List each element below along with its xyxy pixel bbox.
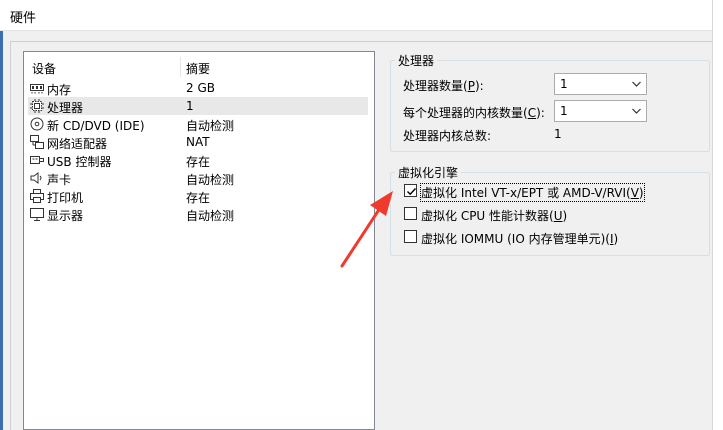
checkmark-icon — [407, 188, 417, 196]
memory-icon — [30, 84, 44, 94]
network-adapter-icon — [30, 135, 44, 149]
cores-per-processor-select[interactable]: 1 — [554, 100, 647, 122]
sound-card-icon — [30, 172, 42, 184]
column-header-summary[interactable]: 摘要 — [186, 60, 210, 77]
virtualize-iommu-checkbox-row[interactable]: 虚拟化 IOMMU (IO 内存管理单元)(I) — [404, 228, 619, 246]
device-summary: 2 GB — [186, 81, 215, 95]
virtualize-iommu-checkbox[interactable] — [404, 230, 417, 243]
device-name: 处理器 — [47, 101, 84, 115]
device-name: 打印机 — [47, 191, 84, 205]
device-row-memory[interactable]: 内存 2 GB — [28, 79, 368, 97]
cores-per-processor-label: 每个处理器的内核数量(C): — [403, 106, 545, 120]
device-summary: 存在 — [186, 155, 211, 169]
device-row-printer[interactable]: 打印机 存在 — [28, 187, 368, 205]
processor-count-select[interactable]: 1 — [554, 73, 647, 95]
virtualize-cpu-counters-label: 虚拟化 CPU 性能计数器(U) — [421, 209, 568, 223]
device-row-processor[interactable]: 处理器 1 — [28, 97, 368, 115]
total-cores-label: 处理器内核总数: — [403, 129, 492, 143]
device-row-usb-controller[interactable]: USB 控制器 存在 — [28, 151, 368, 169]
virtualize-intel-vtx-checkbox-row[interactable]: 虚拟化 Intel VT-x/EPT 或 AMD-V/RVI(V) — [404, 182, 645, 202]
processors-group-title: 处理器 — [395, 52, 438, 69]
device-list-header: 设备 摘要 — [24, 57, 374, 77]
virtualize-intel-vtx-label: 虚拟化 Intel VT-x/EPT 或 AMD-V/RVI(V) — [420, 183, 645, 202]
window-right-edge — [712, 0, 723, 430]
device-list[interactable]: 设备 摘要 内存 2 GB 处理器 1 新 CD/DVD (IDE) 自动检测 — [23, 51, 375, 430]
virtualize-iommu-label: 虚拟化 IOMMU (IO 内存管理单元)(I) — [421, 232, 619, 246]
virtualize-cpu-counters-checkbox-row[interactable]: 虚拟化 CPU 性能计数器(U) — [404, 205, 569, 223]
virtualization-engine-group-title: 虚拟化引擎 — [395, 164, 462, 181]
printer-icon — [30, 189, 44, 203]
chevron-down-icon — [632, 81, 641, 87]
device-summary: 自动检测 — [186, 119, 235, 133]
window-left-edge — [0, 31, 3, 430]
display-icon — [30, 208, 44, 221]
processor-count-value: 1 — [560, 77, 568, 91]
device-row-sound-card[interactable]: 声卡 自动检测 — [28, 169, 368, 187]
device-summary: 自动检测 — [186, 173, 235, 187]
usb-icon — [30, 156, 44, 164]
device-name: 显示器 — [47, 209, 84, 223]
device-name: 网络适配器 — [47, 137, 108, 151]
virtualize-intel-vtx-checkbox[interactable] — [404, 184, 417, 197]
cores-per-processor-value: 1 — [560, 104, 568, 118]
processor-count-label: 处理器数量(P): — [403, 79, 484, 93]
chevron-down-icon — [632, 108, 641, 114]
title-bar: 硬件 — [0, 0, 723, 31]
cd-dvd-icon — [30, 117, 44, 131]
processor-icon — [30, 99, 44, 113]
virtualize-cpu-counters-checkbox[interactable] — [404, 207, 417, 220]
device-summary: NAT — [186, 135, 210, 149]
column-separator[interactable] — [180, 57, 181, 77]
device-summary: 自动检测 — [186, 209, 235, 223]
total-cores-value: 1 — [554, 127, 562, 141]
device-name: 内存 — [47, 83, 72, 97]
device-row-cd-dvd[interactable]: 新 CD/DVD (IDE) 自动检测 — [28, 115, 368, 133]
annotation-arrow-icon — [340, 191, 393, 268]
column-header-device[interactable]: 设备 — [32, 60, 56, 77]
device-row-network-adapter[interactable]: 网络适配器 NAT — [28, 133, 368, 151]
device-name: USB 控制器 — [47, 155, 112, 169]
device-summary: 存在 — [186, 191, 211, 205]
window-title: 硬件 — [10, 11, 37, 26]
device-name: 新 CD/DVD (IDE) — [47, 119, 145, 133]
device-name: 声卡 — [47, 173, 72, 187]
device-summary: 1 — [186, 99, 194, 113]
device-row-display[interactable]: 显示器 自动检测 — [28, 205, 368, 223]
